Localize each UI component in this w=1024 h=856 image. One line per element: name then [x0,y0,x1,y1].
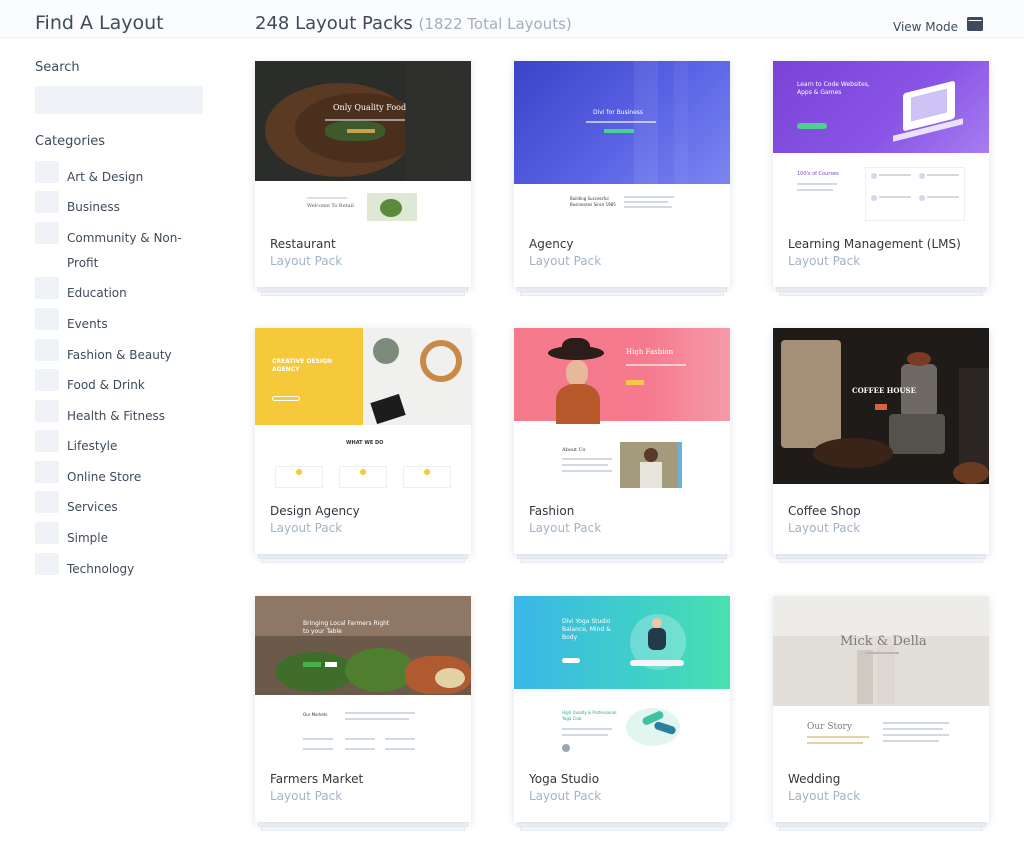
layout-preview-image: High Fashion About Us [514,328,730,488]
category-checkbox[interactable] [35,369,59,391]
layout-name: Restaurant [270,237,336,251]
layout-name: Coffee Shop [788,504,861,518]
category-checkbox[interactable] [35,522,59,544]
search-input[interactable] [35,86,203,114]
page-title: 248 Layout Packs (1822 Total Layouts) [255,13,572,34]
category-checkbox[interactable] [35,339,59,361]
layout-card-wedding[interactable]: Mick & Della Our Story Wedding Layout Pa… [773,596,989,831]
layout-type: Layout Pack [788,789,861,803]
category-technology[interactable]: Technology [35,553,225,577]
layout-name: Fashion [529,504,575,518]
category-simple[interactable]: Simple [35,522,225,546]
category-checkbox[interactable] [35,222,59,244]
layout-type: Layout Pack [270,789,343,803]
layout-card-yoga-studio[interactable]: Divi Yoga Studio Balance, Mind & Body Hi… [514,596,730,831]
category-checkbox[interactable] [35,461,59,483]
category-community-non-profit[interactable]: Community & Non-Profit [35,222,225,272]
layout-type: Layout Pack [788,254,861,268]
layout-card-lms[interactable]: Learn to Code Websites, Apps & Games 100… [773,61,989,296]
category-label: Health & Fitness [67,409,165,423]
category-education[interactable]: Education [35,277,225,301]
layout-type: Layout Pack [529,521,602,535]
category-label: Simple [67,531,108,545]
category-label: Online Store [67,470,142,484]
categories-label: Categories [35,134,106,149]
layout-card-agency[interactable]: Divi for Business Building Successful Bu… [514,61,730,296]
total-layouts-count: (1822 Total Layouts) [418,15,572,33]
layout-card-design-agency[interactable]: CREATIVE DESIGN AGENCY WHAT WE DO Design… [255,328,471,563]
category-services[interactable]: Services [35,491,225,515]
layout-type: Layout Pack [529,254,602,268]
category-events[interactable]: Events [35,308,225,332]
category-checkbox[interactable] [35,277,59,299]
category-label: Community & Non-Profit [67,231,182,270]
layout-type: Layout Pack [270,254,343,268]
layout-type: Layout Pack [529,789,602,803]
view-mode-button[interactable]: View Mode [893,20,958,34]
layout-pack-count: 248 Layout Packs [255,13,413,34]
layout-preview-image: Learn to Code Websites, Apps & Games 100… [773,61,989,221]
layout-type: Layout Pack [788,521,861,535]
category-label: Fashion & Beauty [67,348,172,362]
category-checkbox[interactable] [35,553,59,575]
grid-icon[interactable] [967,16,983,31]
category-health-fitness[interactable]: Health & Fitness [35,400,225,424]
layout-name: Learning Management (LMS) [788,237,961,251]
category-lifestyle[interactable]: Lifestyle [35,430,225,454]
category-fashion-beauty[interactable]: Fashion & Beauty [35,339,225,363]
category-checkbox[interactable] [35,308,59,330]
layout-name: Design Agency [270,504,360,518]
layout-card-farmers-market[interactable]: Bringing Local Farmers Right to your Tab… [255,596,471,831]
category-checkbox[interactable] [35,491,59,513]
layout-preview-image: Bringing Local Farmers Right to your Tab… [255,596,471,756]
layout-preview-image: CREATIVE DESIGN AGENCY WHAT WE DO [255,328,471,488]
category-art-design[interactable]: Art & Design [35,161,225,185]
category-label: Education [67,286,127,300]
category-checkbox[interactable] [35,400,59,422]
category-food-drink[interactable]: Food & Drink [35,369,225,393]
category-label: Art & Design [67,170,144,184]
layout-card-restaurant[interactable]: Only Quality Food Welcome To Retail Rest… [255,61,471,296]
layout-name: Wedding [788,772,841,786]
category-label: Food & Drink [67,378,145,392]
search-label: Search [35,60,80,75]
category-checkbox[interactable] [35,161,59,183]
category-label: Business [67,200,120,214]
category-business[interactable]: Business [35,191,225,215]
layout-name: Farmers Market [270,772,364,786]
category-label: Technology [67,562,135,576]
category-checkbox[interactable] [35,191,59,213]
layout-preview-image: Mick & Della Our Story [773,596,989,756]
layout-card-coffee-shop[interactable]: COFFEE HOUSE Coffee Shop Layout Pack [773,328,989,563]
layout-preview-image: Divi Yoga Studio Balance, Mind & Body Hi… [514,596,730,756]
layout-preview-image: Divi for Business Building Successful Bu… [514,61,730,221]
layout-type: Layout Pack [270,521,343,535]
layout-card-fashion[interactable]: High Fashion About Us Fashion Layout Pac… [514,328,730,563]
layout-name: Agency [529,237,574,251]
category-label: Events [67,317,108,331]
category-label: Services [67,500,118,514]
category-checkbox[interactable] [35,430,59,452]
sidebar-title: Find A Layout [35,12,164,34]
layout-preview-image: COFFEE HOUSE [773,328,989,488]
layout-name: Yoga Studio [529,772,600,786]
category-online-store[interactable]: Online Store [35,461,225,485]
layout-preview-image: Only Quality Food Welcome To Retail [255,61,471,221]
category-label: Lifestyle [67,439,118,453]
